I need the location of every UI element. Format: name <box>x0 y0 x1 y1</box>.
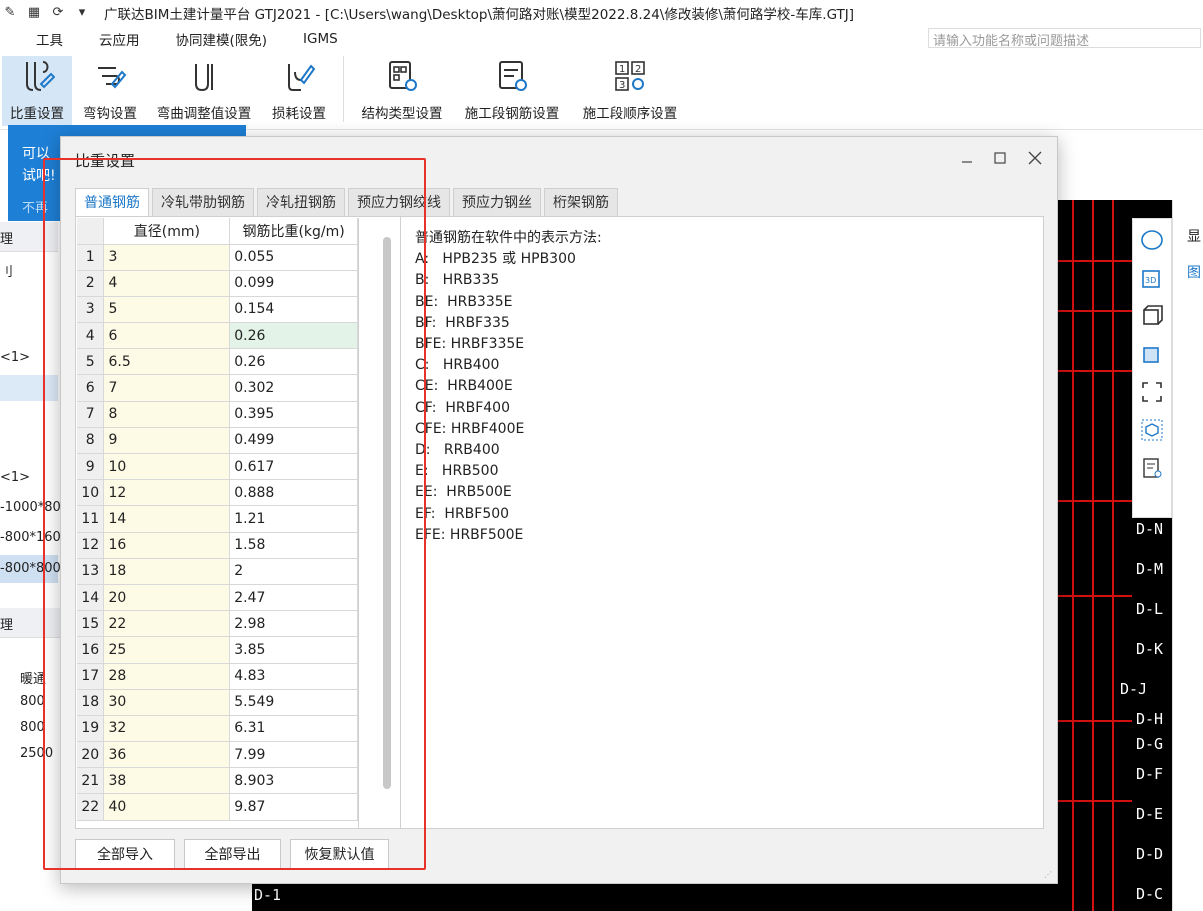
ribbon-label: 弯曲调整值设置 <box>156 106 252 122</box>
notation-line: EF: HRBF500 <box>415 505 510 522</box>
weight-setting-button[interactable]: 比重设置 <box>2 56 72 126</box>
notation-line: BF: HRBF335 <box>415 314 510 331</box>
ribbon-label: 结构类型设置 <box>361 106 443 122</box>
menu-item-cloud[interactable]: 云应用 <box>99 29 140 49</box>
axis-label: D-G <box>1136 735 1164 753</box>
notation-line: CE: HRB400E <box>415 378 513 395</box>
bend-adjust-button[interactable]: 弯曲调整值设置 <box>150 56 258 126</box>
layer-subtab[interactable]: 图 <box>1187 262 1201 282</box>
svg-text:1: 1 <box>619 64 625 75</box>
notation-line: CF: HRBF400 <box>415 399 510 416</box>
ribbon: 比重设置 弯钩设置 弯曲调整值设置 损耗设置 结构类型设置 施工段钢筋设置 12… <box>0 52 1203 130</box>
3d-view-icon[interactable]: 3D <box>1137 263 1167 293</box>
orbit-icon[interactable] <box>1137 225 1167 255</box>
segment-rebar-button[interactable]: 施工段钢筋设置 <box>457 56 567 126</box>
box-view-icon[interactable] <box>1137 301 1167 331</box>
notation-notes: 普通钢筋在软件中的表示方法: A: HPB235 或 HPB300 B: HRB33… <box>415 228 1015 546</box>
function-search-input[interactable]: 请输入功能名称或问题描述 <box>928 28 1201 49</box>
axis-label: D-K <box>1136 640 1164 658</box>
segment-rebar-icon <box>492 56 532 96</box>
notation-line: C: HRB400 <box>415 357 500 374</box>
hook-setting-button[interactable]: 弯钩设置 <box>78 56 142 126</box>
dropdown-icon[interactable]: ▾ <box>74 5 90 21</box>
notation-line: BFE: HRBF335E <box>415 336 525 353</box>
notation-line: A: HPB235 或 HPB300 <box>415 251 576 268</box>
notation-line: EE: HRB500E <box>415 484 512 501</box>
delete-icon[interactable]: 刂 <box>0 261 13 280</box>
tab-prestressed-wire[interactable]: 预应力钢丝 <box>453 188 541 216</box>
resize-grip-icon[interactable]: ⋰ <box>1044 870 1054 880</box>
notation-line: B: HRB335 <box>415 272 500 289</box>
menu-bar: 工具 云应用 协同建模(限免) IGMS 请输入功能名称或问题描述 <box>0 26 1203 52</box>
weight-setting-icon <box>17 56 57 96</box>
sync-icon[interactable]: ⟳ <box>50 5 66 21</box>
grid-icon[interactable]: ▦ <box>26 5 42 21</box>
property-cell: 800 <box>20 694 45 709</box>
axis-label: D-H <box>1136 710 1164 728</box>
window-title: 广联达BIM土建计量平台 GTJ2021 - [C:\Users\wang\De… <box>104 7 855 23</box>
view-settings-icon[interactable] <box>1137 453 1167 483</box>
axis-label: D-N <box>1136 520 1164 538</box>
tab-truss-rebar[interactable]: 桁架钢筋 <box>544 188 618 216</box>
ribbon-label: 比重设置 <box>10 106 64 122</box>
display-settings-panel: 显 图 <box>1172 200 1203 911</box>
quick-access-toolbar: ✎ ▦ ⟳ ▾ <box>2 5 90 21</box>
hook-setting-icon <box>90 56 130 96</box>
svg-text:3: 3 <box>619 80 625 91</box>
notation-line: BE: HRB335E <box>415 293 513 310</box>
bend-adjust-icon <box>184 56 224 96</box>
menu-item-igms[interactable]: IGMS <box>303 31 338 47</box>
ribbon-label: 弯钩设置 <box>83 106 137 122</box>
ribbon-label: 施工段钢筋设置 <box>464 106 560 122</box>
axis-label: D-J <box>1120 680 1148 698</box>
property-panel-title: 理 <box>0 618 14 633</box>
close-icon[interactable] <box>1024 147 1046 169</box>
undo-icon[interactable]: ✎ <box>2 5 18 21</box>
segment-order-button[interactable]: 123 施工段顺序设置 <box>574 56 686 126</box>
notation-line: D: RRB400 <box>415 442 500 459</box>
notation-line: EFE: HRBF500E <box>415 526 524 543</box>
loss-setting-button[interactable]: 损耗设置 <box>266 56 332 126</box>
ribbon-label: 损耗设置 <box>272 106 326 122</box>
display-tab[interactable]: 显 <box>1187 226 1201 246</box>
segment-order-icon: 123 <box>610 56 650 96</box>
tree-item[interactable]: <1> <box>0 350 30 365</box>
annotation-highlight-box <box>43 158 426 870</box>
notation-line: CFE: HRBF400E <box>415 420 525 437</box>
cube-select-icon[interactable] <box>1137 415 1167 445</box>
axis-label: D-C <box>1136 885 1164 903</box>
axis-label: D-L <box>1136 600 1164 618</box>
property-cell: 800 <box>20 720 45 735</box>
menu-item-tools[interactable]: 工具 <box>36 29 63 49</box>
axis-label: D-M <box>1136 560 1164 578</box>
axis-label: D-1 <box>254 886 282 904</box>
loss-setting-icon <box>279 56 319 96</box>
ribbon-label: 施工段顺序设置 <box>582 106 678 122</box>
notation-line: E: HRB500 <box>415 463 499 480</box>
ribbon-separator <box>343 56 344 122</box>
view-toolbar: 3D <box>1132 218 1172 518</box>
axis-label: D-F <box>1136 765 1164 783</box>
tree-item[interactable]: <1> <box>0 470 30 485</box>
svg-text:2: 2 <box>635 64 641 75</box>
maximize-icon[interactable] <box>989 147 1011 169</box>
notes-heading: 普通钢筋在软件中的表示方法: <box>415 230 602 246</box>
structure-type-button[interactable]: 结构类型设置 <box>355 56 449 126</box>
fit-view-icon[interactable] <box>1137 377 1167 407</box>
menu-item-collab[interactable]: 协同建模(限免) <box>176 29 268 49</box>
axis-label: D-D <box>1136 845 1164 863</box>
structure-type-icon <box>382 56 422 96</box>
axis-label: D-E <box>1136 805 1164 823</box>
solid-view-icon[interactable] <box>1137 339 1167 369</box>
svg-text:3D: 3D <box>1145 276 1156 285</box>
minimize-icon[interactable] <box>956 147 978 169</box>
panel-header-text: 理 <box>0 232 14 247</box>
title-bar: ✎ ▦ ⟳ ▾ 广联达BIM土建计量平台 GTJ2021 - [C:\Users… <box>0 0 1203 26</box>
